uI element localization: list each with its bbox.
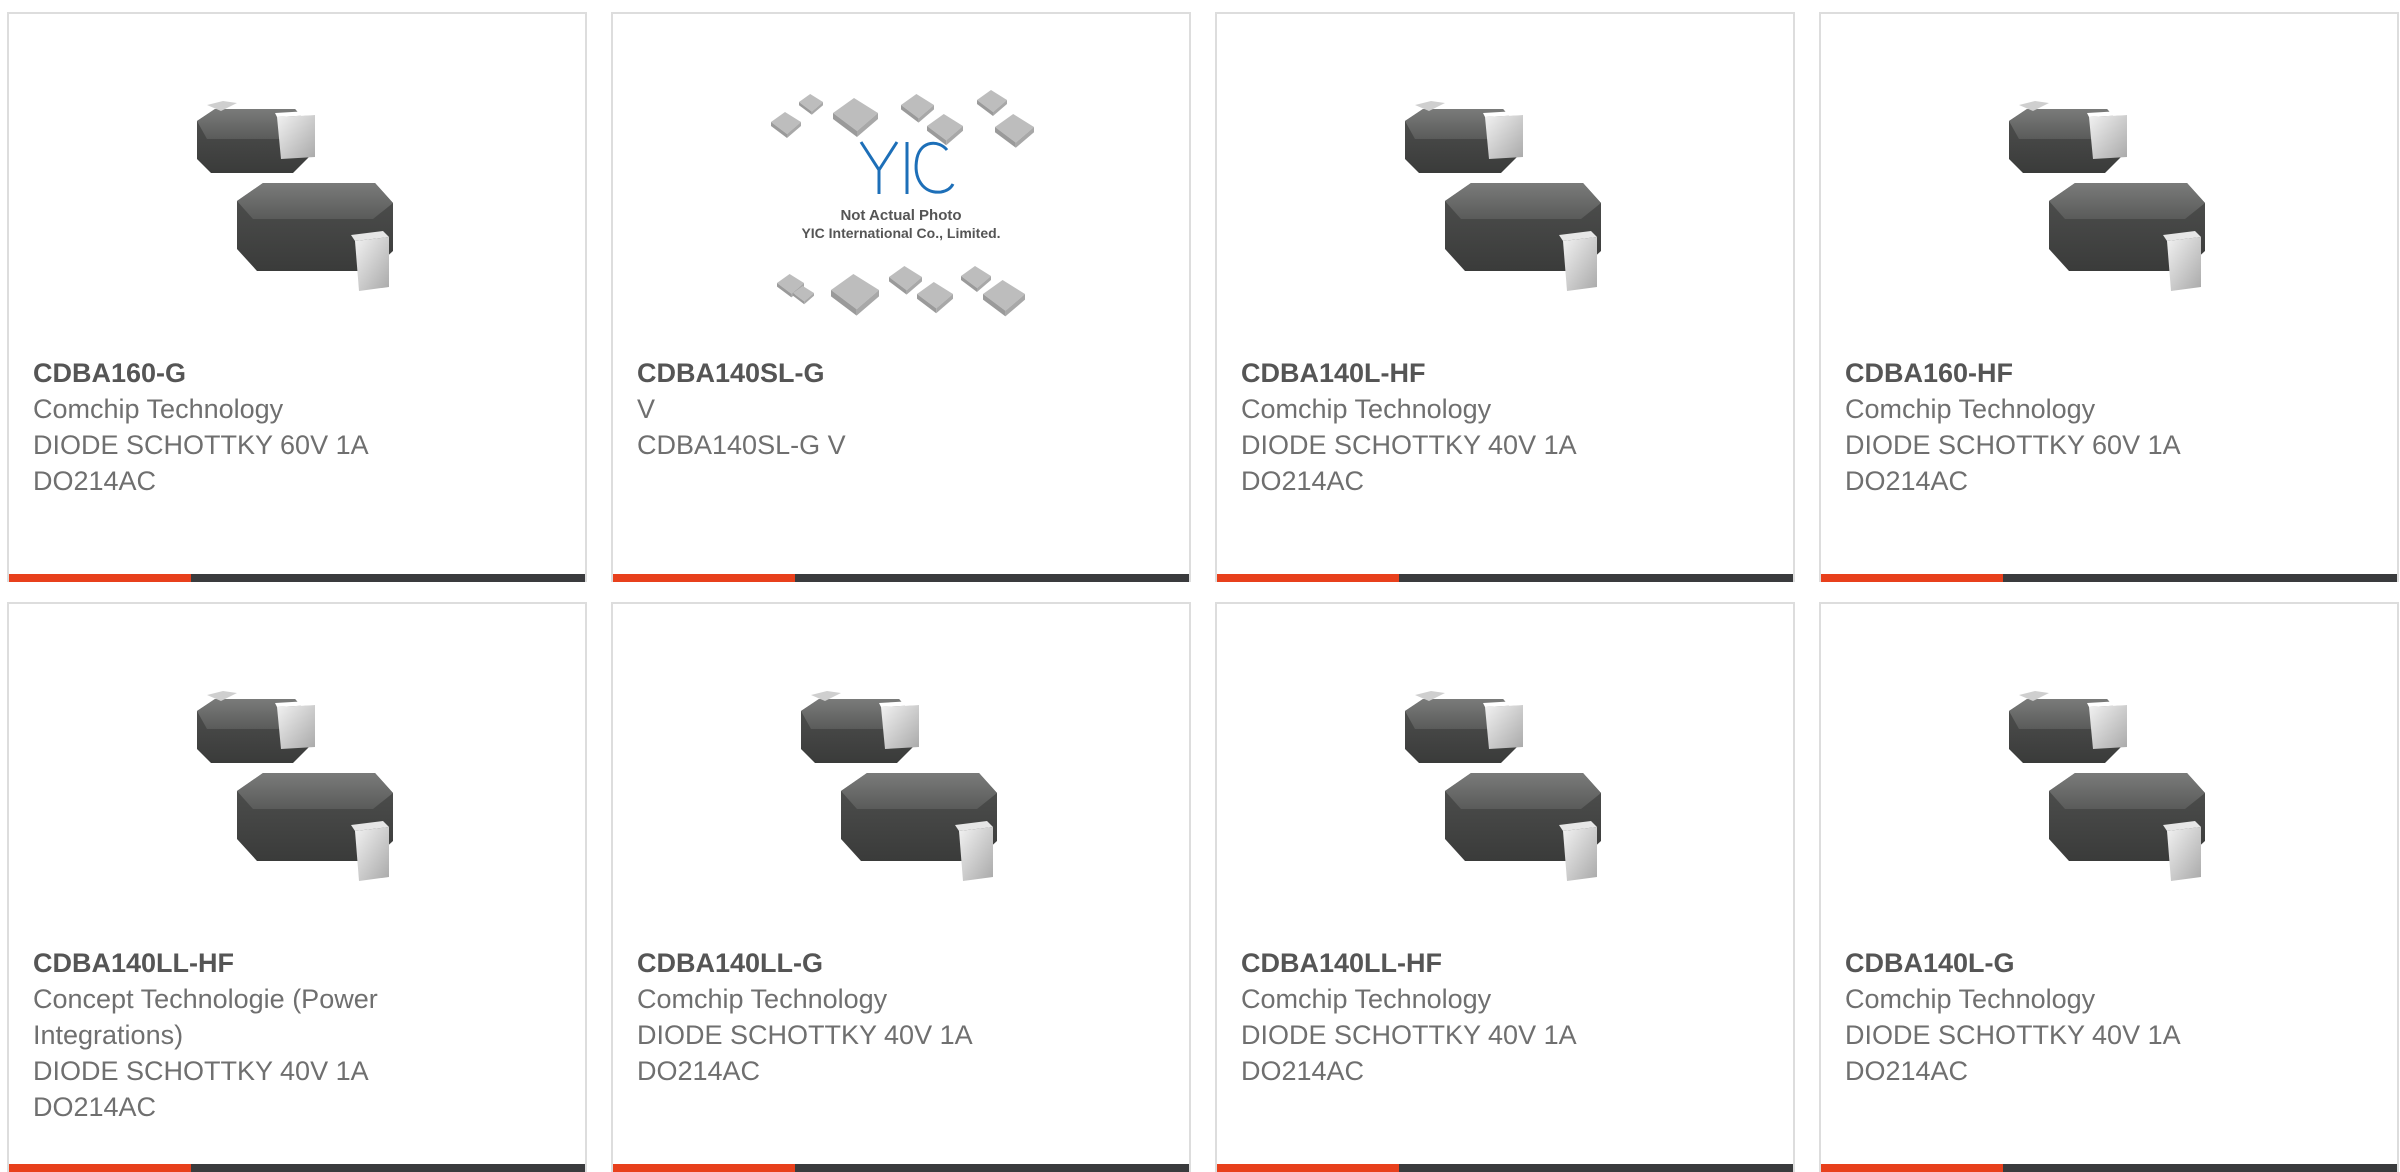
card-bottom-bar	[1217, 1164, 1793, 1172]
product-grid: CDBA160-G Comchip Technology DIODE SCHOT…	[7, 12, 2399, 1172]
manufacturer: Comchip Technology	[33, 394, 284, 424]
placeholder-caption-line1: Not Actual Photo	[840, 207, 961, 224]
product-card[interactable]: CDBA140LL-HF Comchip Technology DIODE SC…	[1215, 602, 1795, 1172]
description: DIODE SCHOTTKY 60V 1A	[1845, 430, 2181, 460]
smd-diode-do214ac-icon	[9, 664, 585, 914]
card-bottom-bar	[9, 1164, 585, 1172]
product-info: CDBA140LL-HF Concept Technologie (Power …	[33, 945, 561, 1125]
part-number[interactable]: CDBA140LL-HF	[1241, 945, 1769, 981]
card-accent-bar	[1821, 1164, 2003, 1172]
product-card[interactable]: CDBA140L-G Comchip Technology DIODE SCHO…	[1819, 602, 2399, 1172]
product-info: CDBA160-G Comchip Technology DIODE SCHOT…	[33, 355, 561, 499]
description: DIODE SCHOTTKY 40V 1A	[1241, 1020, 1577, 1050]
product-card[interactable]: CDBA140LL-G Comchip Technology DIODE SCH…	[611, 602, 1191, 1172]
part-number[interactable]: CDBA140L-G	[1845, 945, 2373, 981]
package: DO214AC	[1845, 1056, 1969, 1086]
product-card[interactable]: Not Actual Photo YIC International Co., …	[611, 12, 1191, 582]
description: DIODE SCHOTTKY 40V 1A	[1241, 430, 1577, 460]
part-number[interactable]: CDBA140LL-HF	[33, 945, 561, 981]
smd-diode-do214ac-icon	[613, 664, 1189, 914]
description: DIODE SCHOTTKY 60V 1A	[33, 430, 369, 460]
manufacturer: Comchip Technology	[1845, 394, 2096, 424]
package: DO214AC	[637, 1056, 761, 1086]
manufacturer: Comchip Technology	[1845, 984, 2096, 1014]
package: DO214AC	[1845, 466, 1969, 496]
card-accent-bar	[613, 574, 795, 582]
smd-diode-do214ac-icon	[1217, 74, 1793, 324]
package: DO214AC	[33, 1092, 157, 1122]
part-number[interactable]: CDBA140LL-G	[637, 945, 1165, 981]
description: DIODE SCHOTTKY 40V 1A	[1845, 1020, 2181, 1050]
card-accent-bar	[9, 1164, 191, 1172]
product-info: CDBA160-HF Comchip Technology DIODE SCHO…	[1845, 355, 2373, 499]
package: DO214AC	[33, 466, 157, 496]
product-card[interactable]: CDBA140L-HF Comchip Technology DIODE SCH…	[1215, 12, 1795, 582]
manufacturer: Concept Technologie (Power Integrations)	[33, 984, 378, 1050]
smd-diode-do214ac-icon	[1821, 664, 2397, 914]
product-info: CDBA140LL-HF Comchip Technology DIODE SC…	[1241, 945, 1769, 1089]
description: CDBA140SL-G V	[637, 430, 846, 460]
product-info: CDBA140L-G Comchip Technology DIODE SCHO…	[1845, 945, 2373, 1089]
card-bottom-bar	[1821, 574, 2397, 582]
card-accent-bar	[1217, 574, 1399, 582]
product-card[interactable]: CDBA140LL-HF Concept Technologie (Power …	[7, 602, 587, 1172]
smd-diode-do214ac-icon	[1821, 74, 2397, 324]
product-info: CDBA140LL-G Comchip Technology DIODE SCH…	[637, 945, 1165, 1089]
card-bottom-bar	[613, 574, 1189, 582]
card-accent-bar	[9, 574, 191, 582]
part-number[interactable]: CDBA140SL-G	[637, 355, 1165, 391]
manufacturer: Comchip Technology	[1241, 984, 1492, 1014]
card-bottom-bar	[613, 1164, 1189, 1172]
manufacturer: Comchip Technology	[637, 984, 888, 1014]
manufacturer: V	[637, 394, 656, 424]
card-bottom-bar	[1217, 574, 1793, 582]
part-number[interactable]: CDBA160-HF	[1845, 355, 2373, 391]
card-bottom-bar	[9, 574, 585, 582]
part-number[interactable]: CDBA160-G	[33, 355, 561, 391]
placeholder-caption-line2: YIC International Co., Limited.	[801, 225, 1000, 241]
package: DO214AC	[1241, 1056, 1365, 1086]
card-accent-bar	[1821, 574, 2003, 582]
product-info: CDBA140L-HF Comchip Technology DIODE SCH…	[1241, 355, 1769, 499]
product-info: CDBA140SL-G V CDBA140SL-G V	[637, 355, 1165, 463]
manufacturer: Comchip Technology	[1241, 394, 1492, 424]
smd-diode-do214ac-icon	[1217, 664, 1793, 914]
package: DO214AC	[1241, 466, 1365, 496]
card-accent-bar	[613, 1164, 795, 1172]
smd-diode-do214ac-icon	[9, 74, 585, 324]
not-actual-photo-icon: Not Actual Photo YIC International Co., …	[613, 74, 1189, 324]
product-card[interactable]: CDBA160-HF Comchip Technology DIODE SCHO…	[1819, 12, 2399, 582]
card-bottom-bar	[1821, 1164, 2397, 1172]
description: DIODE SCHOTTKY 40V 1A	[33, 1056, 369, 1086]
yic-logo	[859, 141, 955, 194]
description: DIODE SCHOTTKY 40V 1A	[637, 1020, 973, 1050]
product-card[interactable]: CDBA160-G Comchip Technology DIODE SCHOT…	[7, 12, 587, 582]
part-number[interactable]: CDBA140L-HF	[1241, 355, 1769, 391]
card-accent-bar	[1217, 1164, 1399, 1172]
